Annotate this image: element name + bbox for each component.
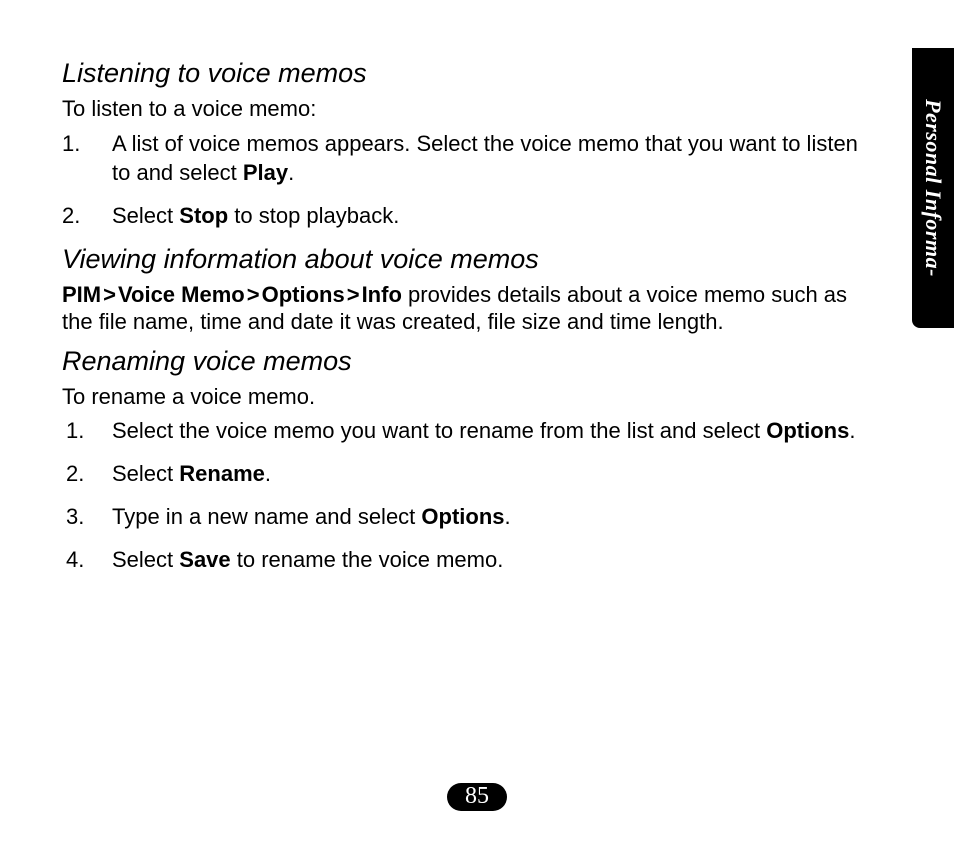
step-text: . (265, 461, 271, 486)
section-tab: Personal Informa- (912, 48, 954, 328)
heading-listening: Listening to voice memos (62, 58, 862, 89)
nav-segment: Options (262, 282, 345, 307)
step-text: Select the voice memo you want to rename… (112, 418, 766, 443)
step-text: Select (112, 461, 179, 486)
steps-listening: 1. A list of voice memos appears. Select… (62, 129, 862, 230)
step-bold: Save (179, 547, 230, 572)
heading-viewing: Viewing information about voice memos (62, 244, 862, 275)
page-content: Listening to voice memos To listen to a … (62, 58, 862, 588)
nav-separator: > (101, 282, 118, 307)
nav-segment: PIM (62, 282, 101, 307)
nav-separator: > (245, 282, 262, 307)
paragraph-viewing: PIM>Voice Memo>Options>Info provides det… (62, 281, 862, 336)
list-item: 3. Type in a new name and select Options… (62, 502, 862, 531)
step-bold: Options (421, 504, 504, 529)
step-number: 2. (62, 201, 80, 230)
section-renaming: Renaming voice memos To rename a voice m… (62, 346, 862, 575)
step-number: 1. (62, 129, 80, 158)
step-bold: Options (766, 418, 849, 443)
step-text: Select (112, 203, 179, 228)
heading-renaming: Renaming voice memos (62, 346, 862, 377)
step-number: 3. (66, 502, 84, 531)
list-item: 2. Select Stop to stop playback. (62, 201, 862, 230)
nav-segment: Info (362, 282, 402, 307)
intro-listening: To listen to a voice memo: (62, 95, 862, 123)
step-text: Type in a new name and select (112, 504, 421, 529)
step-text: . (849, 418, 855, 443)
intro-renaming: To rename a voice memo. (62, 383, 862, 411)
step-text: . (505, 504, 511, 529)
nav-path: PIM>Voice Memo>Options>Info (62, 282, 408, 307)
step-text: to stop playback. (228, 203, 399, 228)
section-listening: Listening to voice memos To listen to a … (62, 58, 862, 230)
list-item: 2. Select Rename. (62, 459, 862, 488)
step-bold: Play (243, 160, 288, 185)
step-number: 4. (66, 545, 84, 574)
step-text: to rename the voice memo. (231, 547, 504, 572)
section-viewing: Viewing information about voice memos PI… (62, 244, 862, 336)
list-item: 4. Select Save to rename the voice memo. (62, 545, 862, 574)
step-bold: Rename (179, 461, 265, 486)
step-bold: Stop (179, 203, 228, 228)
step-text: . (288, 160, 294, 185)
step-number: 2. (66, 459, 84, 488)
step-number: 1. (66, 416, 84, 445)
section-tab-label: Personal Informa- (920, 99, 946, 277)
page-number: 85 (447, 783, 507, 811)
step-text: A list of voice memos appears. Select th… (112, 131, 858, 185)
steps-renaming: 1. Select the voice memo you want to ren… (62, 416, 862, 574)
manual-page: Personal Informa- Listening to voice mem… (0, 0, 954, 851)
step-text: Select (112, 547, 179, 572)
list-item: 1. Select the voice memo you want to ren… (62, 416, 862, 445)
list-item: 1. A list of voice memos appears. Select… (62, 129, 862, 187)
nav-segment: Voice Memo (118, 282, 245, 307)
nav-separator: > (345, 282, 362, 307)
